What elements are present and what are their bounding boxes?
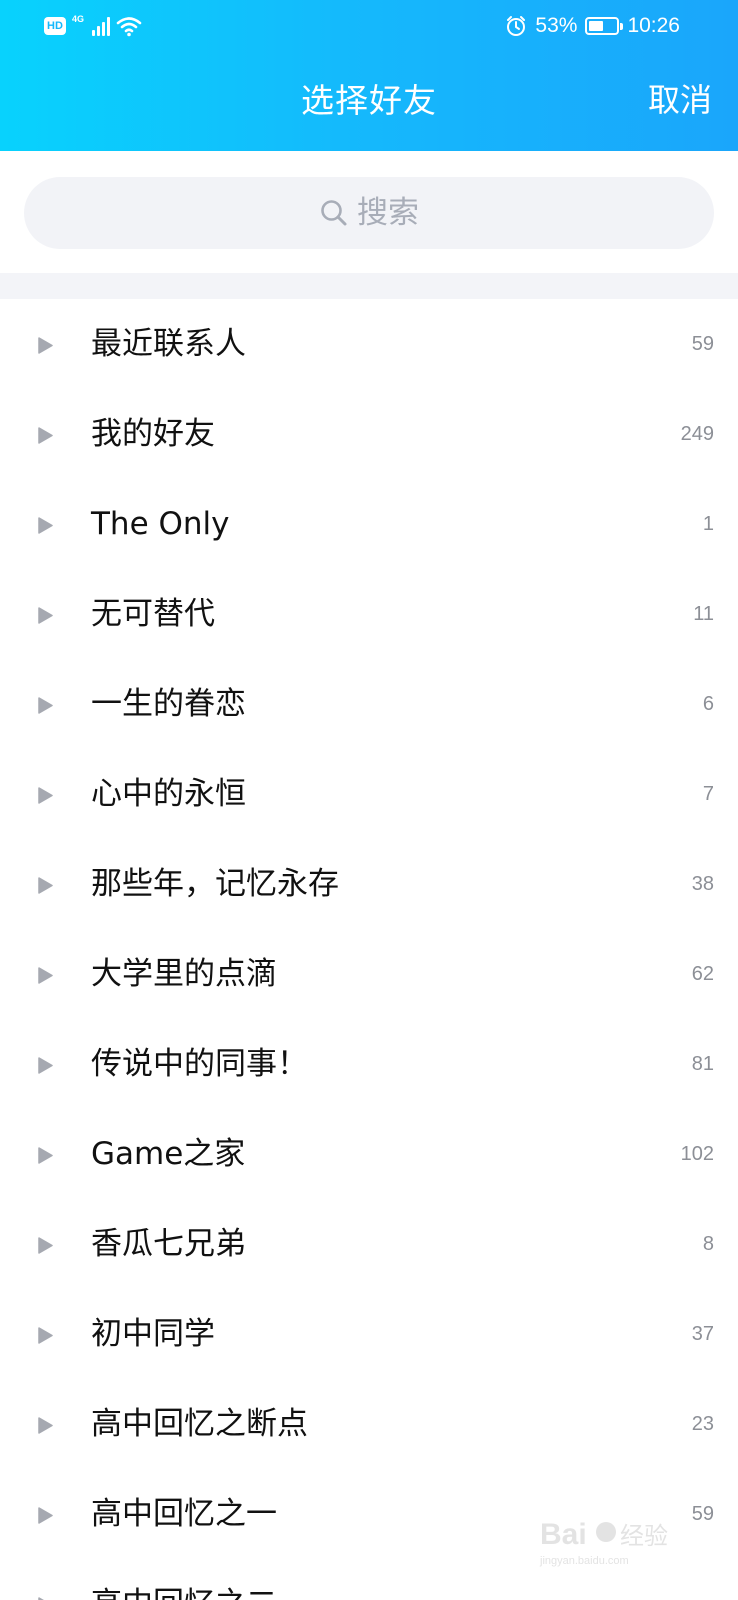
group-name: 无可替代 [91, 596, 215, 632]
group-count: 8 [702, 1233, 714, 1255]
group-count: 1 [702, 513, 714, 535]
group-row[interactable]: 高中回忆之断点 23 [0, 1379, 738, 1469]
group-name: 初中同学 [91, 1316, 215, 1352]
expand-arrow-icon [38, 1147, 53, 1164]
group-name: 心中的永恒 [91, 776, 246, 812]
status-bar: HD 4G 53% 10:26 [0, 0, 738, 52]
group-count: 81 [691, 1053, 714, 1075]
battery-percent: 53% [535, 14, 578, 37]
group-row[interactable]: 无可替代 11 [0, 569, 738, 659]
cancel-button[interactable]: 取消 [648, 76, 712, 124]
network-type: 4G [72, 14, 85, 24]
status-time: 10:26 [627, 14, 680, 37]
group-name: 高中回忆之一 [91, 1496, 277, 1532]
header: HD 4G 53% 10:26 选择好友 取消 [0, 0, 738, 151]
svg-text:jingyan.baidu.com: jingyan.baidu.com [539, 1555, 629, 1567]
signal-icon [92, 16, 110, 36]
search-icon [321, 200, 347, 226]
group-name: 一生的眷恋 [91, 686, 246, 722]
page-title: 选择好友 [301, 81, 437, 120]
expand-arrow-icon [38, 427, 53, 444]
status-left: HD 4G [44, 13, 142, 39]
group-row[interactable]: Game之家 102 [0, 1109, 738, 1199]
search-placeholder: 搜索 [357, 195, 419, 231]
expand-arrow-icon [38, 1057, 53, 1074]
group-row[interactable]: 传说中的同事！ 81 [0, 1019, 738, 1109]
group-name: 那些年，记忆永存 [91, 866, 339, 902]
group-list: 最近联系人 59 我的好友 249 The Only 1 无可替代 11 一生的眷恋 6 心中的永恒… [0, 299, 738, 1600]
battery-icon [585, 17, 624, 35]
expand-arrow-icon [38, 1237, 53, 1254]
search-input[interactable]: 搜索 [24, 177, 714, 249]
expand-arrow-icon [38, 877, 53, 894]
group-name: Game之家 [91, 1136, 246, 1172]
group-count: 11 [693, 603, 714, 625]
expand-arrow-icon [38, 967, 53, 984]
expand-arrow-icon [38, 787, 53, 804]
group-row[interactable]: 心中的永恒 7 [0, 749, 738, 839]
alarm-icon [507, 16, 526, 36]
group-count: 249 [680, 423, 714, 445]
group-name: 传说中的同事！ [91, 1046, 308, 1082]
group-count: 38 [691, 873, 714, 895]
expand-arrow-icon [38, 1507, 53, 1524]
baidu-watermark: Bai 经验 jingyan.baidu.com [539, 1518, 668, 1567]
group-name: 大学里的点滴 [91, 956, 277, 992]
wifi-icon [116, 17, 142, 37]
group-row[interactable]: 最近联系人 59 [0, 299, 738, 389]
group-row[interactable]: The Only 1 [0, 479, 738, 569]
hd-badge: HD [44, 17, 66, 35]
group-count: 62 [691, 963, 714, 985]
group-row[interactable]: 我的好友 249 [0, 389, 738, 479]
group-name: 高中回忆之二 [91, 1579, 277, 1600]
group-row[interactable]: 香瓜七兄弟 8 [0, 1199, 738, 1289]
group-count: 102 [680, 1143, 714, 1165]
expand-arrow-icon [38, 607, 53, 624]
expand-arrow-icon [38, 1327, 53, 1344]
group-name: 高中回忆之断点 [91, 1406, 308, 1442]
group-name: 我的好友 [91, 416, 215, 452]
svg-text:经验: 经验 [620, 1522, 668, 1550]
expand-arrow-icon [38, 697, 53, 714]
group-count: 7 [702, 783, 714, 805]
expand-arrow-icon [38, 517, 53, 534]
battery-fill [589, 21, 604, 31]
group-name: 最近联系人 [91, 326, 246, 362]
expand-arrow-icon [38, 337, 53, 354]
group-count: 59 [691, 333, 714, 355]
group-count: 37 [691, 1323, 714, 1345]
group-name: The Only [91, 506, 230, 542]
svg-text:Bai: Bai [540, 1518, 587, 1551]
group-count: 6 [702, 693, 714, 715]
group-name: 香瓜七兄弟 [91, 1226, 246, 1262]
group-row[interactable]: 大学里的点滴 62 [0, 929, 738, 1019]
group-row[interactable]: 一生的眷恋 6 [0, 659, 738, 749]
screen: HD 4G 53% 10:26 选择好友 取消 搜索 最近联系人 59 我的好友… [0, 0, 738, 1600]
section-divider [0, 273, 738, 299]
group-count: 23 [691, 1413, 714, 1435]
group-row[interactable]: 初中同学 37 [0, 1289, 738, 1379]
group-row[interactable]: 那些年，记忆永存 38 [0, 839, 738, 929]
search-area: 搜索 [0, 151, 738, 273]
expand-arrow-icon [38, 1417, 53, 1434]
status-right: 53% 10:26 [505, 12, 680, 40]
